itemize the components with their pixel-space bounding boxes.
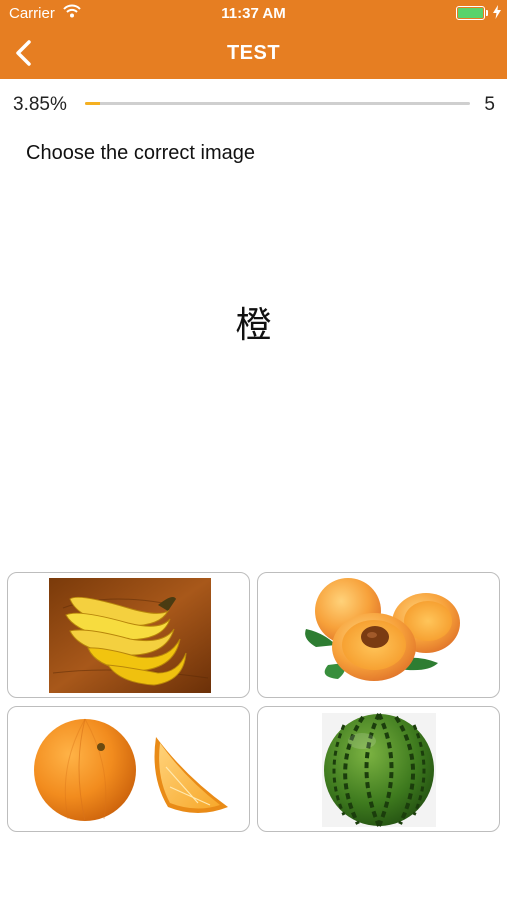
option-orange[interactable] [7,706,250,832]
progress-bar [85,102,470,105]
battery-icon [456,6,485,20]
watermelon-image [322,713,436,827]
option-bananas[interactable] [7,572,250,698]
question-count: 5 [484,94,495,115]
bananas-image [49,578,211,693]
question-character: 橙 [235,304,272,345]
option-apricots[interactable] [257,572,500,698]
orange-image [34,718,228,822]
progress-fill [85,102,100,105]
progress-row: 3.85% 5 [0,79,507,127]
prompt-text: Choose the correct image [26,142,256,164]
progress-percent: 3.85% [13,94,67,115]
charging-icon [493,5,501,23]
navigation-bar: TEST [0,28,507,79]
page-title: TEST [226,42,281,64]
status-bar: Carrier 11:37 AM [0,0,507,28]
option-watermelon[interactable] [257,706,500,832]
top-bar: Carrier 11:37 AM TEST [0,0,507,79]
status-time: 11:37 AM [221,5,286,22]
apricots-image [305,578,460,681]
